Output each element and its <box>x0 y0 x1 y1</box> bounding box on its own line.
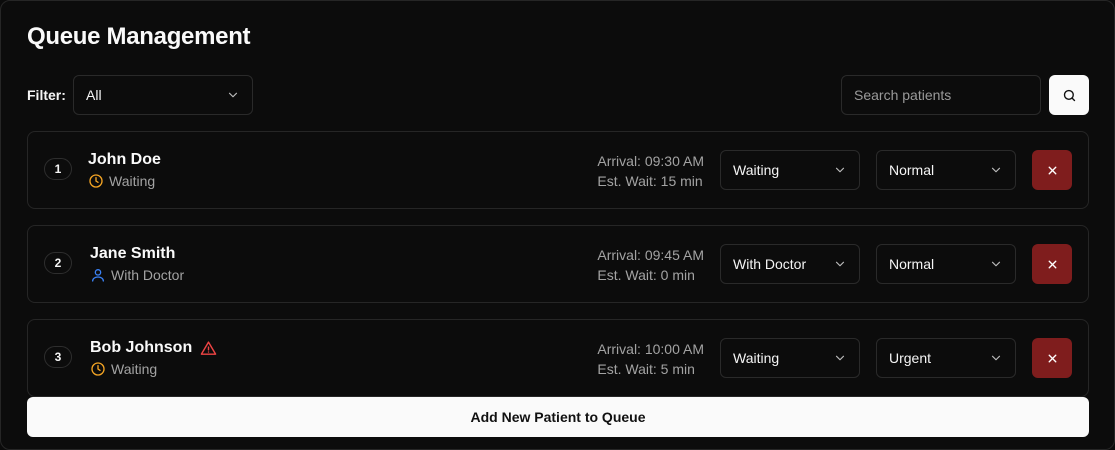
status-select-value: Waiting <box>733 350 780 366</box>
estimated-wait: Est. Wait: 0 min <box>597 267 695 283</box>
patient-name: John Doe <box>88 151 161 168</box>
chevron-down-icon <box>991 167 1001 173</box>
patient-name: Jane Smith <box>90 245 176 262</box>
patient-card: 1 John Doe Waiting Arrival: 09:30 AM Est… <box>27 131 1089 209</box>
patient-status: With Doctor <box>90 267 184 283</box>
arrival-time: Arrival: 09:45 AM <box>597 247 704 263</box>
chevron-down-icon <box>835 355 845 361</box>
chevron-down-icon <box>835 167 845 173</box>
arrival-time: Arrival: 09:30 AM <box>597 153 704 169</box>
filter-select-value: All <box>86 87 102 103</box>
patient-times: Arrival: 09:45 AM Est. Wait: 0 min <box>597 245 704 285</box>
patient-times: Arrival: 09:30 AM Est. Wait: 15 min <box>597 151 704 191</box>
close-icon <box>1048 166 1056 174</box>
chevron-down-icon <box>991 355 1001 361</box>
remove-patient-button[interactable] <box>1032 244 1072 284</box>
patient-name-row: John Doe <box>88 151 161 169</box>
chevron-down-icon <box>991 261 1001 267</box>
estimated-wait: Est. Wait: 15 min <box>597 173 703 189</box>
status-select-value: With Doctor <box>733 256 807 272</box>
user-icon <box>92 269 104 282</box>
estimated-wait: Est. Wait: 5 min <box>597 361 695 377</box>
arrival-time: Arrival: 10:00 AM <box>597 341 704 357</box>
add-patient-button[interactable]: Add New Patient to Queue <box>27 397 1089 437</box>
queue-position-badge: 3 <box>44 346 72 368</box>
remove-patient-button[interactable] <box>1032 338 1072 378</box>
status-select[interactable]: Waiting <box>720 150 860 190</box>
remove-patient-button[interactable] <box>1032 150 1072 190</box>
status-select[interactable]: With Doctor <box>720 244 860 284</box>
patient-name: Bob Johnson <box>90 339 193 356</box>
patient-status: Waiting <box>88 173 155 189</box>
queue-position-badge: 2 <box>44 252 72 274</box>
priority-select[interactable]: Urgent <box>876 338 1016 378</box>
filter-label: Filter: <box>27 87 66 103</box>
page-title: Queue Management <box>27 23 251 50</box>
priority-select[interactable]: Normal <box>876 150 1016 190</box>
patient-status-text: Waiting <box>109 173 156 189</box>
clock-icon <box>91 362 105 376</box>
search-icon <box>1063 89 1075 101</box>
patient-name-row: Bob Johnson <box>90 339 217 357</box>
priority-select-value: Normal <box>889 256 935 272</box>
status-select-value: Waiting <box>733 162 780 178</box>
patient-times: Arrival: 10:00 AM Est. Wait: 5 min <box>597 339 704 379</box>
alert-triangle-icon <box>200 340 217 355</box>
search-button[interactable] <box>1049 75 1089 115</box>
search-input[interactable] <box>841 75 1041 115</box>
clock-icon <box>89 174 103 188</box>
patient-name-row: Jane Smith <box>90 245 175 263</box>
filter-select[interactable]: All <box>73 75 253 115</box>
status-select[interactable]: Waiting <box>720 338 860 378</box>
priority-select[interactable]: Normal <box>876 244 1016 284</box>
chevron-down-icon <box>835 261 845 267</box>
chevron-down-icon <box>228 92 238 98</box>
queue-position-badge: 1 <box>44 158 72 180</box>
patient-card: 2 Jane Smith With Doctor Arrival: 09:45 … <box>27 225 1089 303</box>
close-icon <box>1048 260 1056 268</box>
close-icon <box>1048 354 1056 362</box>
queue-panel: Queue Management Filter: All 1 John Doe … <box>0 0 1115 450</box>
priority-select-value: Urgent <box>889 350 932 366</box>
patient-status: Waiting <box>90 361 157 377</box>
patient-card: 3 Bob Johnson Waiting Arrival: 10:00 AM … <box>27 319 1089 397</box>
patient-status-text: With Doctor <box>111 267 185 283</box>
patient-status-text: Waiting <box>111 361 158 377</box>
priority-select-value: Normal <box>889 162 935 178</box>
